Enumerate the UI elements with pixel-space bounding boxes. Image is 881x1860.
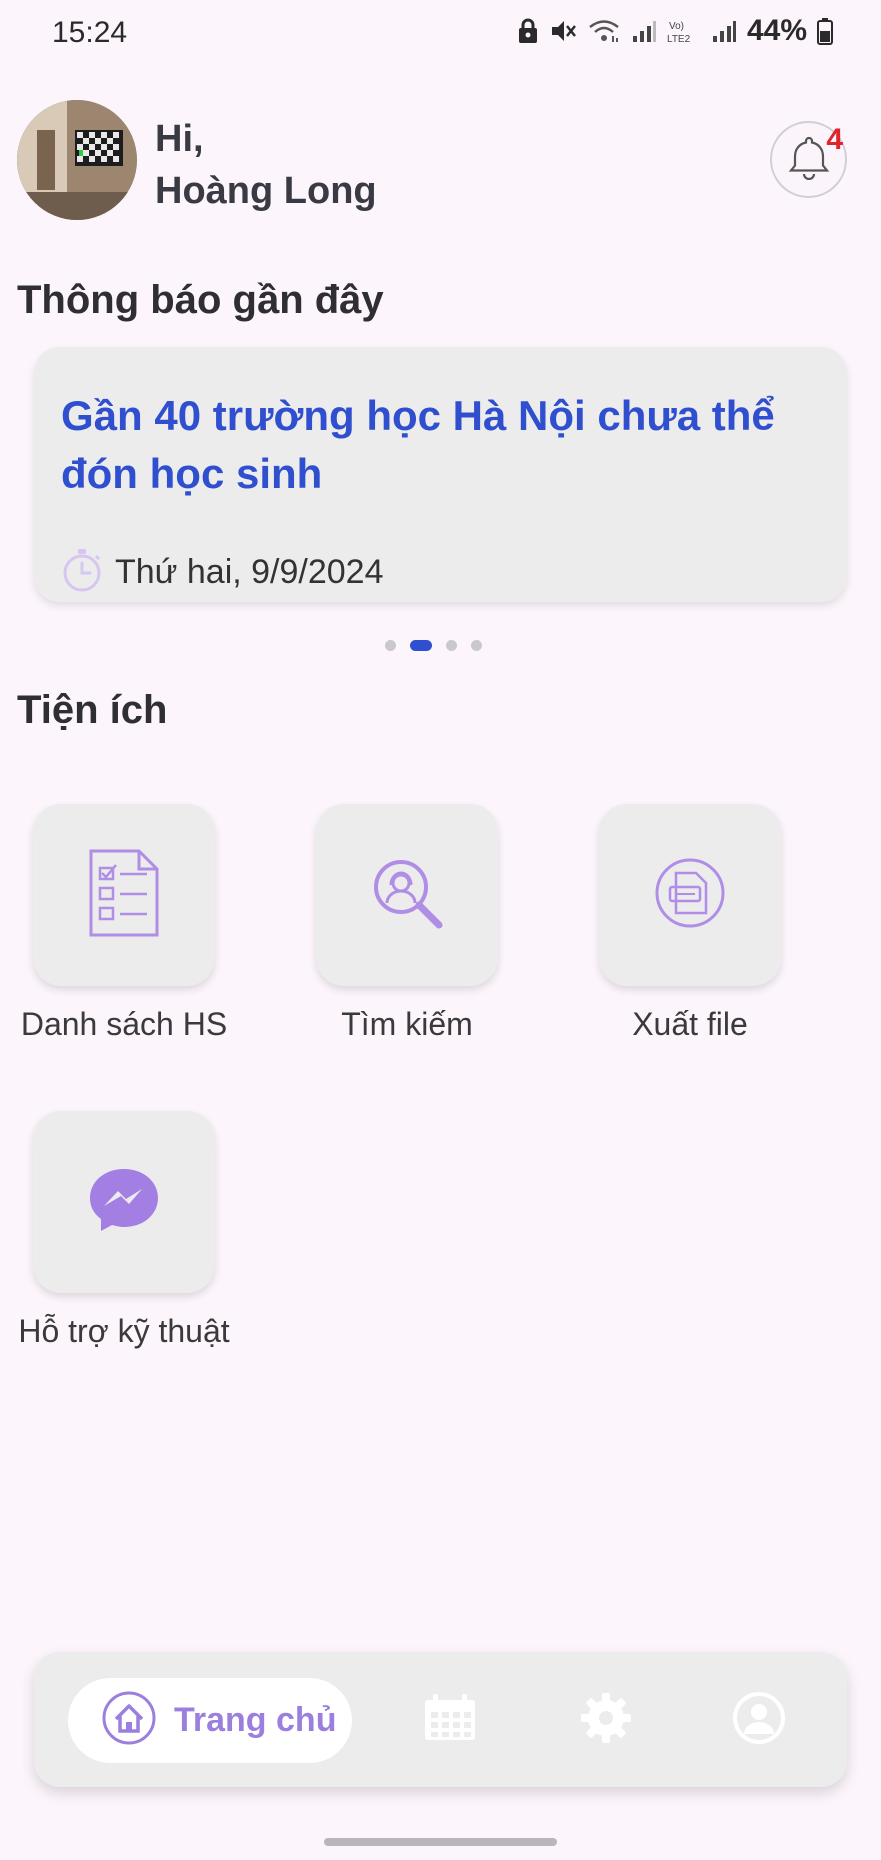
user-name: Hoàng Long: [155, 170, 377, 212]
utility-label: Tìm kiếm: [341, 1006, 473, 1042]
utility-student-list[interactable]: Danh sách HS: [9, 804, 239, 1043]
battery-icon: [817, 17, 833, 45]
signal-icon-2: [711, 18, 737, 44]
search-person-icon: [369, 855, 445, 936]
nav-home[interactable]: Trang chủ: [68, 1678, 352, 1763]
nav-profile[interactable]: [731, 1691, 787, 1749]
profile-icon: [733, 1691, 785, 1749]
utility-export-file[interactable]: Xuất file: [575, 804, 805, 1043]
notice-date-row: Thứ hai, 9/9/2024: [61, 547, 384, 598]
notice-card[interactable]: Gần 40 trường học Hà Nội chưa thể đón họ…: [34, 347, 847, 602]
lock-icon: [517, 18, 539, 44]
avatar[interactable]: [17, 100, 137, 220]
volte-icon: Vo) LTE2: [667, 18, 701, 44]
utility-label: Hỗ trợ kỹ thuật: [18, 1313, 230, 1349]
greeting-hi: Hi,: [155, 118, 204, 160]
utility-tile[interactable]: [33, 804, 215, 986]
utility-tile[interactable]: [316, 804, 498, 986]
nav-settings[interactable]: [578, 1692, 634, 1748]
svg-text:LTE2: LTE2: [667, 34, 691, 44]
bell-icon: [787, 134, 831, 185]
notice-title: Gần 40 trường học Hà Nội chưa thể đón họ…: [61, 392, 775, 497]
carousel-dot[interactable]: [385, 640, 396, 651]
bottom-nav: Trang chủ: [34, 1652, 847, 1787]
svg-text:Vo): Vo): [669, 21, 684, 32]
utility-tile[interactable]: [599, 804, 781, 986]
checklist-icon: [87, 848, 161, 943]
home-indicator[interactable]: [324, 1838, 557, 1846]
utility-tile[interactable]: [33, 1111, 215, 1293]
file-export-icon: [654, 857, 726, 934]
calendar-icon: [423, 1693, 477, 1747]
status-time: 15:24: [52, 16, 128, 49]
carousel-dot[interactable]: [446, 640, 457, 651]
signal-icon: [631, 18, 657, 44]
nav-calendar[interactable]: [422, 1692, 478, 1748]
notices-section-title: Thông báo gần đây: [17, 278, 384, 322]
carousel-dot[interactable]: [471, 640, 482, 651]
utilities-section-title: Tiện ích: [17, 688, 168, 732]
mute-icon: [549, 18, 577, 44]
carousel-indicator: [385, 640, 482, 651]
status-bar: 15:24 Vo) LTE2 44%: [0, 0, 881, 68]
greeting: Hi, Hoàng Long: [155, 113, 377, 217]
utility-label: Danh sách HS: [20, 1006, 228, 1042]
stopwatch-icon: [61, 547, 103, 598]
battery-percent: 44%: [746, 14, 807, 47]
notification-button[interactable]: 4: [770, 121, 847, 198]
home-icon: [102, 1691, 156, 1750]
utility-tech-support[interactable]: Hỗ trợ kỹ thuật: [9, 1111, 239, 1350]
utility-label: Xuất file: [632, 1006, 748, 1042]
carousel-dot-active[interactable]: [410, 640, 432, 651]
status-icons: Vo) LTE2 44%: [517, 14, 833, 48]
notice-date: Thứ hai, 9/9/2024: [115, 553, 384, 591]
gear-icon: [580, 1692, 632, 1749]
wifi-icon: [587, 18, 621, 44]
messenger-icon: [86, 1165, 162, 1240]
notification-badge: 4: [826, 123, 843, 156]
nav-home-label: Trang chủ: [174, 1701, 337, 1739]
utility-search[interactable]: Tìm kiếm: [292, 804, 522, 1043]
home-screen: 15:24 Vo) LTE2 44% Hi, Hoàng Long 4 Thôn…: [0, 0, 881, 1860]
